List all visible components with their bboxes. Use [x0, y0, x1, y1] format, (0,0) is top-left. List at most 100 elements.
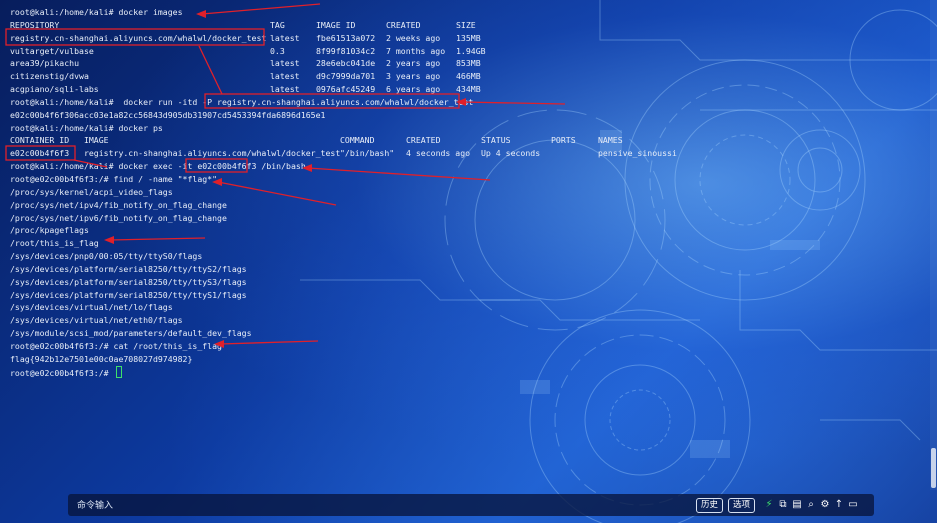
prompt-line: root@kali:/home/kali# docker exec -it e0… [10, 160, 473, 173]
table-row: REPOSITORY TAG IMAGE ID CREATED SIZE [10, 19, 476, 32]
prompt-line: root@kali:/home/kali# docker images [10, 6, 473, 19]
table-cell: 0.3 [270, 45, 285, 56]
output-text: flag{942b12e7501e00c0ae708027d974982} [10, 353, 193, 364]
terminal-scrollbar[interactable] [930, 0, 937, 490]
prompt-line: root@kali:/home/kali# docker ps [10, 122, 473, 135]
table-cell: area39/pikachu [10, 58, 80, 69]
shell-command: docker run -itd -P registry.cn-shanghai.… [113, 96, 474, 107]
table-row: e02c00b4f6f3 registry.cn-shanghai.aliyun… [10, 147, 677, 160]
table-cell: 466MB [456, 71, 481, 82]
table-cell: STATUS [481, 135, 511, 146]
table-cell: 853MB [456, 58, 481, 69]
table-cell: fbe61513a072 [316, 32, 376, 43]
output-line: /sys/devices/pnp0/00:05/tty/ttyS0/flags [10, 250, 473, 263]
output-text: /sys/devices/platform/serial8250/tty/tty… [10, 276, 247, 287]
output-line: flag{942b12e7501e00c0ae708027d974982} [10, 353, 473, 366]
output-text: /sys/module/scsi_mod/parameters/default_… [10, 328, 252, 339]
command-input-placeholder: 命令输入 [77, 501, 114, 511]
output-text: e02c00b4f6f306acc03e1a82cc56843d905db319… [10, 109, 326, 120]
table-cell: 2 years ago [386, 58, 441, 69]
command-bar: 命令输入 历史 选项 ⚡ ⧉ ▤ ⌕ ⚙ ↑ ▭ [68, 494, 874, 516]
table-cell: vultarget/vulbase [10, 45, 94, 56]
table-cell: 2 weeks ago [386, 32, 441, 43]
table-cell: CONTAINER ID IMAGE [10, 135, 109, 146]
copy-icon[interactable]: ⧉ [777, 498, 789, 511]
shell-command: docker exec -it e02c00b4f6f3 /bin/bash [113, 161, 306, 172]
table-cell: "/bin/bash" [340, 148, 395, 159]
table-row: vultarget/vulbase 0.3 8f99f81034c2 7 months… [10, 45, 486, 58]
table-cell: REPOSITORY [10, 19, 60, 30]
output-line: /proc/kpageflags [10, 224, 473, 237]
output-text: /sys/devices/platform/serial8250/tty/tty… [10, 289, 247, 300]
table-cell: IMAGE ID [316, 19, 356, 30]
prompt-line: root@kali:/home/kali# docker run -itd -P… [10, 96, 473, 109]
table-row: CONTAINER ID IMAGE COMMAND CREATED STATUS PO… [10, 134, 623, 147]
table-cell: 4 seconds ago [406, 148, 471, 159]
table-cell: latest [270, 71, 300, 82]
search-icon[interactable]: ⌕ [805, 498, 817, 511]
table-cell: COMMAND [340, 135, 375, 146]
output-line: /sys/module/scsi_mod/parameters/default_… [10, 327, 473, 340]
table-cell: latest [270, 32, 300, 43]
output-text: /sys/devices/virtual/net/lo/flags [10, 302, 173, 313]
table-cell: acgpiano/sqli-labs [10, 84, 99, 95]
shell-command: cat /root/this_is_flag [108, 340, 222, 351]
prompt-line: root@e02c00b4f6f3:/# [10, 365, 473, 379]
shell-prompt: root@kali:/home/kali# [10, 161, 114, 172]
history-button[interactable]: 历史 [696, 498, 724, 513]
output-text: /sys/devices/pnp0/00:05/tty/ttyS0/flags [10, 251, 203, 262]
arrow-up-icon[interactable]: ↑ [833, 498, 845, 511]
output-text: /proc/sys/net/ipv6/fib_notify_on_flag_ch… [10, 212, 227, 223]
output-line: e02c00b4f6f306acc03e1a82cc56843d905db319… [10, 109, 473, 122]
table-cell: SIZE [456, 19, 476, 30]
table-cell: latest [270, 58, 300, 69]
options-button[interactable]: 选项 [728, 498, 756, 513]
table-cell: citizenstig/dvwa [10, 71, 89, 82]
table-cell: 434MB [456, 84, 481, 95]
output-text: /sys/devices/virtual/net/eth0/flags [10, 315, 183, 326]
terminal-cursor[interactable] [115, 365, 122, 378]
output-text: /root/this_is_flag [10, 238, 99, 249]
output-line: /sys/devices/virtual/net/lo/flags [10, 301, 473, 314]
table-cell: NAMES [598, 135, 623, 146]
output-line: /proc/sys/net/ipv6/fib_notify_on_flag_ch… [10, 212, 473, 225]
table-cell: 1.94GB [456, 45, 486, 56]
table-cell: CREATED [386, 19, 421, 30]
table-row: citizenstig/dvwa latest d9c7999da701 3 year… [10, 70, 481, 83]
command-input[interactable] [120, 496, 684, 514]
table-cell: e02c00b4f6f3 registry.cn-shanghai.aliyun… [10, 148, 341, 159]
output-line: /sys/devices/virtual/net/eth0/flags [10, 314, 473, 327]
shell-command: find / -name "*flag*" [108, 173, 218, 184]
table-cell: pensive_sinoussi [598, 148, 677, 159]
table-cell: 135MB [456, 32, 481, 43]
shell-prompt: root@kali:/home/kali# [10, 122, 114, 133]
output-line: /proc/sys/kernel/acpi_video_flags [10, 186, 473, 199]
table-cell: 8f99f81034c2 [316, 45, 376, 56]
output-text: /proc/sys/net/ipv4/fib_notify_on_flag_ch… [10, 199, 227, 210]
table-cell: 3 years ago [386, 71, 441, 82]
terminal-output[interactable]: root@kali:/home/kali# docker images REPOS… [10, 6, 677, 379]
shell-command [109, 368, 114, 378]
window-icon[interactable]: ▭ [847, 498, 859, 511]
shell-prompt: root@kali:/home/kali# [10, 96, 114, 107]
prompt-line: root@e02c00b4f6f3:/# find / -name "*flag… [10, 173, 473, 186]
shell-prompt: root@e02c00b4f6f3:/# [10, 367, 109, 378]
gear-icon[interactable]: ⚙ [819, 498, 831, 511]
output-line: /root/this_is_flag [10, 237, 473, 250]
lightning-icon[interactable]: ⚡ [763, 498, 775, 511]
shell-command: docker images [113, 7, 183, 17]
output-line: /sys/devices/platform/serial8250/tty/tty… [10, 289, 473, 302]
output-line: /sys/devices/platform/serial8250/tty/tty… [10, 263, 473, 276]
output-text: /proc/sys/kernel/acpi_video_flags [10, 186, 173, 197]
table-cell: TAG [270, 19, 285, 30]
scrollbar-thumb[interactable] [931, 448, 936, 488]
table-cell: CREATED [406, 135, 441, 146]
shell-prompt: root@kali:/home/kali# [10, 7, 114, 17]
output-text: /sys/devices/platform/serial8250/tty/tty… [10, 263, 247, 274]
prompt-line: root@e02c00b4f6f3:/# cat /root/this_is_f… [10, 340, 473, 353]
table-cell: PORTS [551, 135, 576, 146]
shell-prompt: root@e02c00b4f6f3:/# [10, 340, 109, 351]
paste-icon[interactable]: ▤ [791, 498, 803, 511]
table-cell: 7 months ago [386, 45, 446, 56]
table-row: area39/pikachu latest 28e6ebc041de 2 years … [10, 57, 481, 70]
